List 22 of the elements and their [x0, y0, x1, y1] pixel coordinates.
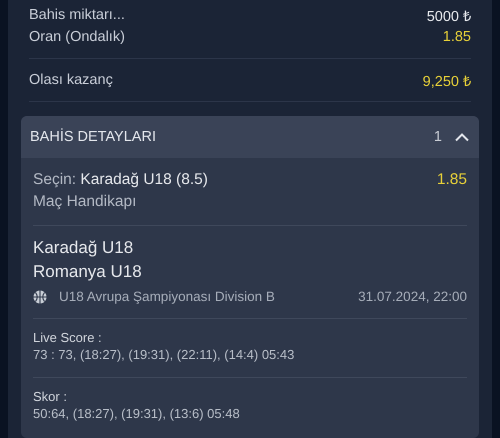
- summary-label: Olası kazanç: [29, 72, 113, 88]
- score-value: 73 : 73, (18:27), (19:31), (22:11), (14:4) 05:43: [33, 346, 296, 363]
- score-label: Skor :: [33, 388, 68, 405]
- score-value: 50:64, (18:27), (19:31), (13:6) 05:48: [33, 405, 241, 422]
- summary-value: 9,250 ₺: [422, 73, 471, 90]
- selection-text: Seçin: Karadağ U18 (8.5): [33, 171, 208, 189]
- match-datetime: 31.07.2024, 22:00: [358, 289, 467, 304]
- odds-value: 1.85: [436, 171, 467, 189]
- bet-count: 1: [434, 129, 442, 145]
- market-name: Maç Handikapı: [33, 193, 138, 211]
- summary-label: Bahis miktarı...: [29, 7, 125, 23]
- league-name: U18 Avrupa Şampiyonası Division B: [59, 289, 276, 304]
- chevron-icon[interactable]: [454, 132, 470, 142]
- basketball-icon: [33, 290, 47, 304]
- summary-value: 5000 ₺: [426, 8, 471, 25]
- bet-details-header[interactable]: BAHİS DETAYLARI 1: [21, 116, 479, 158]
- team-name: Karadağ U18: [33, 237, 134, 259]
- section-title: BAHİS DETAYLARI: [30, 129, 157, 145]
- score-label: Live Score :: [33, 329, 103, 346]
- team-name: Romanya U18: [33, 261, 143, 283]
- summary-label: Oran (Ondalık): [29, 29, 125, 45]
- summary-value: 1.85: [442, 29, 471, 45]
